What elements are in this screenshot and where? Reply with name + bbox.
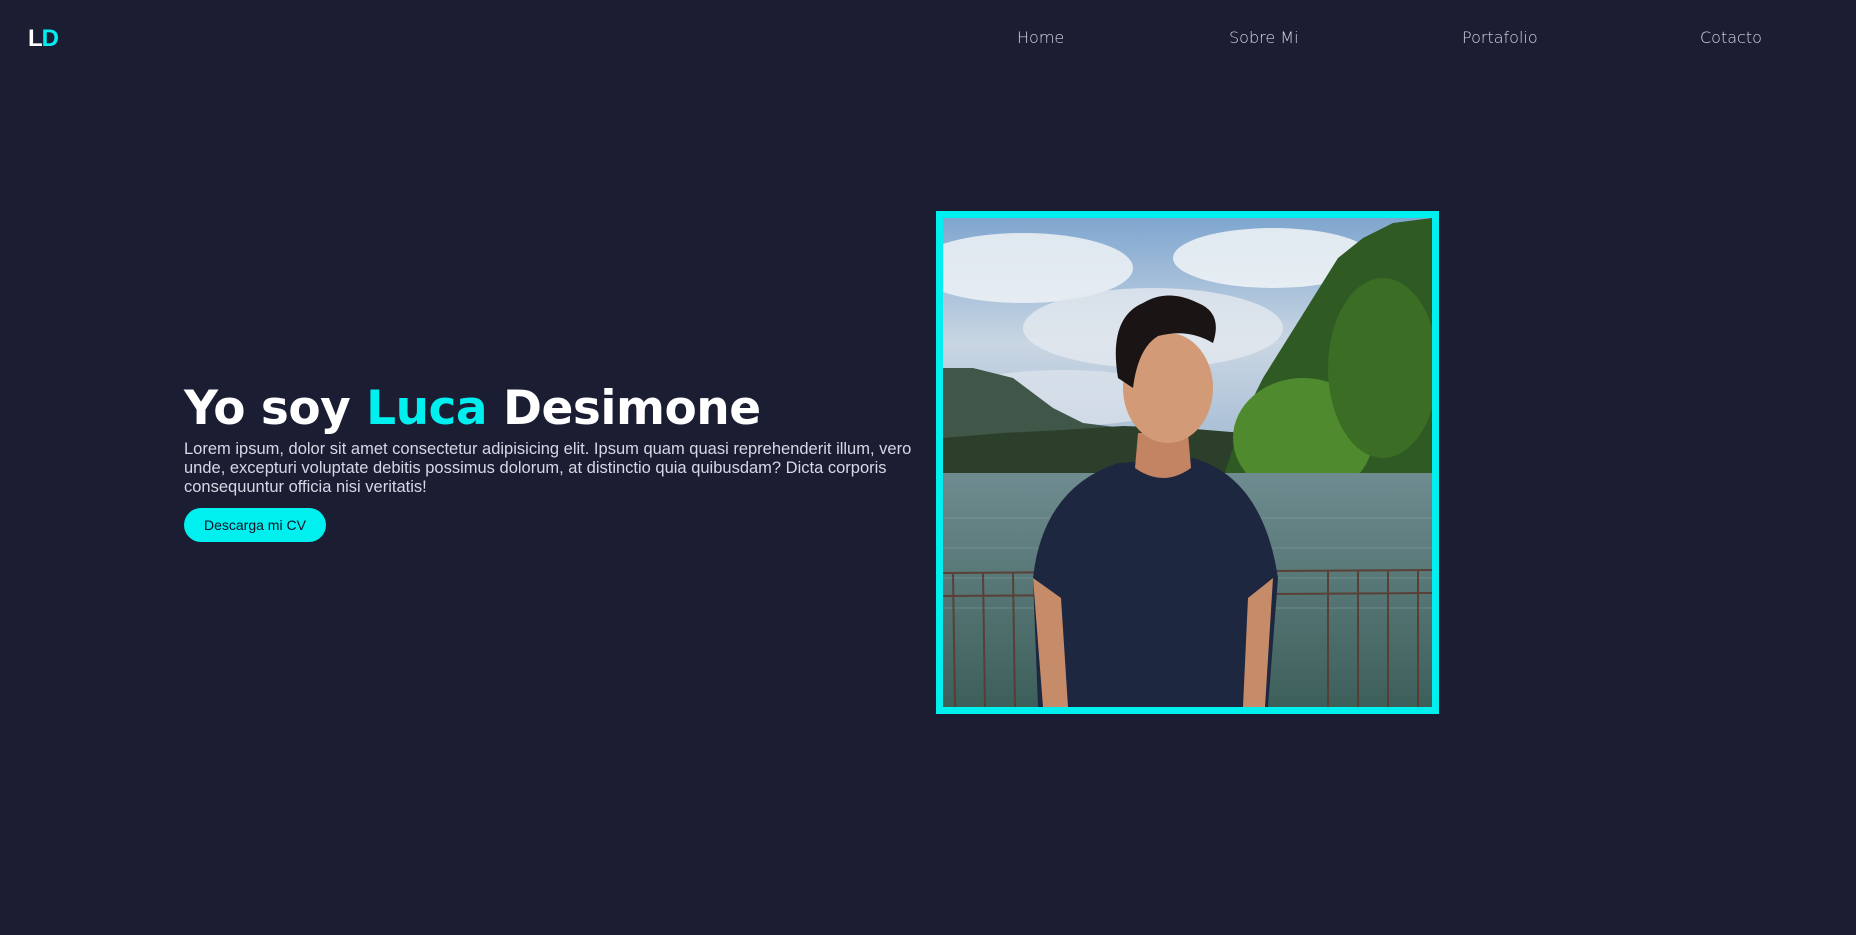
hero-section: Yo soy Luca Desimone Lorem ipsum, dolor … (184, 378, 936, 542)
hero-description: Lorem ipsum, dolor sit amet consectetur … (184, 440, 912, 496)
nav-link-sobre-mi[interactable]: Sobre Mi (1229, 28, 1299, 48)
logo-letter-l: L (28, 25, 43, 52)
nav-link-portafolio[interactable]: Portafolio (1462, 28, 1538, 48)
nav-link-home[interactable]: Home (1017, 28, 1064, 48)
hero-title-prefix: Yo soy (184, 381, 367, 436)
logo-letter-d: D (41, 25, 59, 52)
nav-link-contacto[interactable]: Cotacto (1700, 28, 1762, 48)
download-cv-button[interactable]: Descarga mi CV (184, 508, 326, 542)
person-shirt (1033, 458, 1278, 707)
profile-photo-illustration (943, 218, 1432, 707)
hero-title: Yo soy Luca Desimone (184, 378, 936, 440)
profile-photo (936, 211, 1439, 714)
hero-title-first-name: Luca (366, 381, 488, 436)
hero-title-last-name: Desimone (487, 381, 761, 436)
page: LD Home Sobre Mi Portafolio Cotacto Yo s… (0, 0, 1856, 935)
site-logo[interactable]: LD (28, 24, 59, 54)
